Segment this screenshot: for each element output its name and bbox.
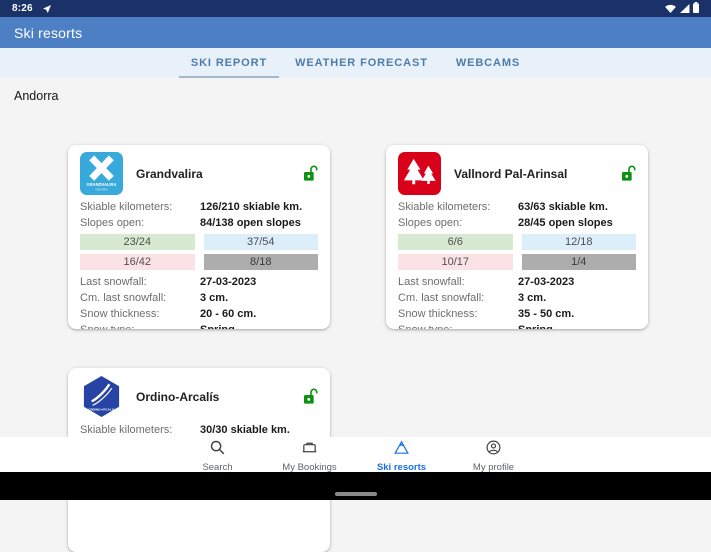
resort-card-header: ORDINO ARCALIS Ordino-Arcalís — [80, 373, 318, 420]
stat-label: Skiable kilometers: — [80, 201, 200, 213]
stat-row-thickness: Snow thickness: 35 - 50 cm. — [398, 306, 636, 322]
stat-value: 35 - 50 cm. — [518, 308, 574, 320]
nav-item-ski-resorts[interactable]: Ski resorts — [356, 437, 448, 472]
stat-label: Snow thickness: — [80, 308, 200, 320]
nav-label: Search — [202, 462, 232, 473]
app-bar: Ski resorts — [0, 17, 711, 48]
resort-card-header: GRANDVALIRA ANDORRA Grandvalira — [80, 150, 318, 197]
section-title-country: Andorra — [14, 89, 58, 103]
slope-difficulty-bars: 23/24 37/54 16/42 8/18 — [80, 234, 318, 270]
slope-difficulty-bars: 6/6 12/18 10/17 1/4 — [398, 234, 636, 270]
resort-name: Vallnord Pal-Arinsal — [454, 167, 567, 181]
stat-value: 126/210 skiable km. — [200, 201, 302, 213]
stat-value: 20 - 60 cm. — [200, 308, 256, 320]
stat-row-skiable: Skiable kilometers: 30/30 skiable km. — [80, 422, 318, 438]
gesture-handle[interactable] — [335, 492, 377, 496]
tab-webcams[interactable]: WEBCAMS — [442, 48, 534, 78]
green-slopes-bar: 23/24 — [80, 234, 195, 250]
stat-row-slopes: Slopes open: 28/45 open slopes — [398, 215, 636, 231]
resort-card-vallnord[interactable]: Vallnord Pal-Arinsal Skiable kilometers:… — [386, 145, 648, 329]
resort-card-grandvalira[interactable]: GRANDVALIRA ANDORRA Grandvalira Skiable … — [68, 145, 330, 329]
stat-row-last-snowfall: Last snowfall: 27-03-2023 — [398, 274, 636, 290]
signal-icon — [679, 0, 690, 18]
nav-label: My profile — [473, 462, 514, 473]
stat-label: Snow type: — [80, 324, 200, 329]
stat-row-cm-snowfall: Cm. last snowfall: 3 cm. — [80, 290, 318, 306]
nav-item-search[interactable]: Search — [172, 437, 264, 472]
stat-label: Snow thickness: — [398, 308, 518, 320]
tab-ski-report[interactable]: SKI REPORT — [177, 48, 281, 78]
profile-icon — [485, 439, 502, 461]
ordino-arcalis-logo: ORDINO ARCALIS — [80, 375, 123, 418]
battery-icon — [693, 0, 699, 18]
nav-item-my-bookings[interactable]: My Bookings — [264, 437, 356, 472]
nav-label: Ski resorts — [377, 462, 426, 473]
status-bar: 8:26 — [0, 0, 711, 17]
stat-label: Last snowfall: — [398, 276, 518, 288]
android-gesture-bar — [0, 472, 711, 500]
red-slopes-bar: 16/42 — [80, 254, 195, 270]
svg-text:GRANDVALIRA: GRANDVALIRA — [87, 182, 117, 187]
nav-item-my-profile[interactable]: My profile — [448, 437, 540, 472]
stat-value: Spring — [200, 324, 235, 329]
stat-value: 30/30 skiable km. — [200, 424, 290, 436]
stat-row-snow-type: Snow type: Spring — [80, 322, 318, 329]
stat-value: 84/138 open slopes — [200, 217, 301, 229]
green-slopes-bar: 6/6 — [398, 234, 513, 250]
blue-slopes-bar: 37/54 — [204, 234, 319, 250]
stat-label: Last snowfall: — [80, 276, 200, 288]
stat-label: Snow type: — [398, 324, 518, 329]
notification-icon — [43, 5, 51, 13]
stat-label: Slopes open: — [398, 217, 518, 229]
resort-name: Ordino-Arcalís — [136, 390, 219, 404]
stat-row-skiable: Skiable kilometers: 126/210 skiable km. — [80, 199, 318, 215]
stat-row-thickness: Snow thickness: 20 - 60 cm. — [80, 306, 318, 322]
stat-value: 3 cm. — [200, 292, 228, 304]
stat-row-slopes: Slopes open: 84/138 open slopes — [80, 215, 318, 231]
stat-value: 28/45 open slopes — [518, 217, 613, 229]
svg-text:ORDINO ARCALIS: ORDINO ARCALIS — [88, 408, 114, 412]
tab-weather-forecast[interactable]: WEATHER FORECAST — [281, 48, 442, 78]
resort-open-lock-icon — [302, 165, 318, 183]
stat-value: 63/63 skiable km. — [518, 201, 608, 213]
search-icon — [209, 439, 226, 461]
vallnord-logo — [398, 152, 441, 195]
stat-value: 3 cm. — [518, 292, 546, 304]
bookings-icon — [300, 439, 319, 461]
status-time: 8:26 — [12, 3, 33, 14]
stat-label: Slopes open: — [80, 217, 200, 229]
mountain-icon — [393, 439, 410, 461]
bottom-navigation: Search My Bookings Ski resorts — [0, 437, 711, 472]
resort-open-lock-icon — [620, 165, 636, 183]
red-slopes-bar: 10/17 — [398, 254, 513, 270]
grandvalira-logo: GRANDVALIRA ANDORRA — [80, 152, 123, 195]
stat-row-last-snowfall: Last snowfall: 27-03-2023 — [80, 274, 318, 290]
resort-card-header: Vallnord Pal-Arinsal — [398, 150, 636, 197]
status-icons — [665, 0, 699, 18]
tab-bar: SKI REPORT WEATHER FORECAST WEBCAMS — [0, 48, 711, 78]
wifi-icon — [665, 0, 676, 18]
stat-value: 27-03-2023 — [200, 276, 256, 288]
stat-row-skiable: Skiable kilometers: 63/63 skiable km. — [398, 199, 636, 215]
black-slopes-bar: 8/18 — [204, 254, 319, 270]
nav-label: My Bookings — [282, 462, 336, 473]
blue-slopes-bar: 12/18 — [522, 234, 637, 250]
stat-row-snow-type: Snow type: Spring — [398, 322, 636, 329]
stat-label: Cm. last snowfall: — [398, 292, 518, 304]
black-slopes-bar: 1/4 — [522, 254, 637, 270]
stat-label: Skiable kilometers: — [80, 424, 200, 436]
page-title: Ski resorts — [14, 25, 82, 41]
stat-label: Cm. last snowfall: — [80, 292, 200, 304]
stat-value: 27-03-2023 — [518, 276, 574, 288]
stat-row-cm-snowfall: Cm. last snowfall: 3 cm. — [398, 290, 636, 306]
resort-open-lock-icon — [302, 388, 318, 406]
resort-name: Grandvalira — [136, 167, 203, 181]
svg-text:ANDORRA: ANDORRA — [95, 189, 108, 192]
stat-label: Skiable kilometers: — [398, 201, 518, 213]
stat-value: Spring — [518, 324, 553, 329]
